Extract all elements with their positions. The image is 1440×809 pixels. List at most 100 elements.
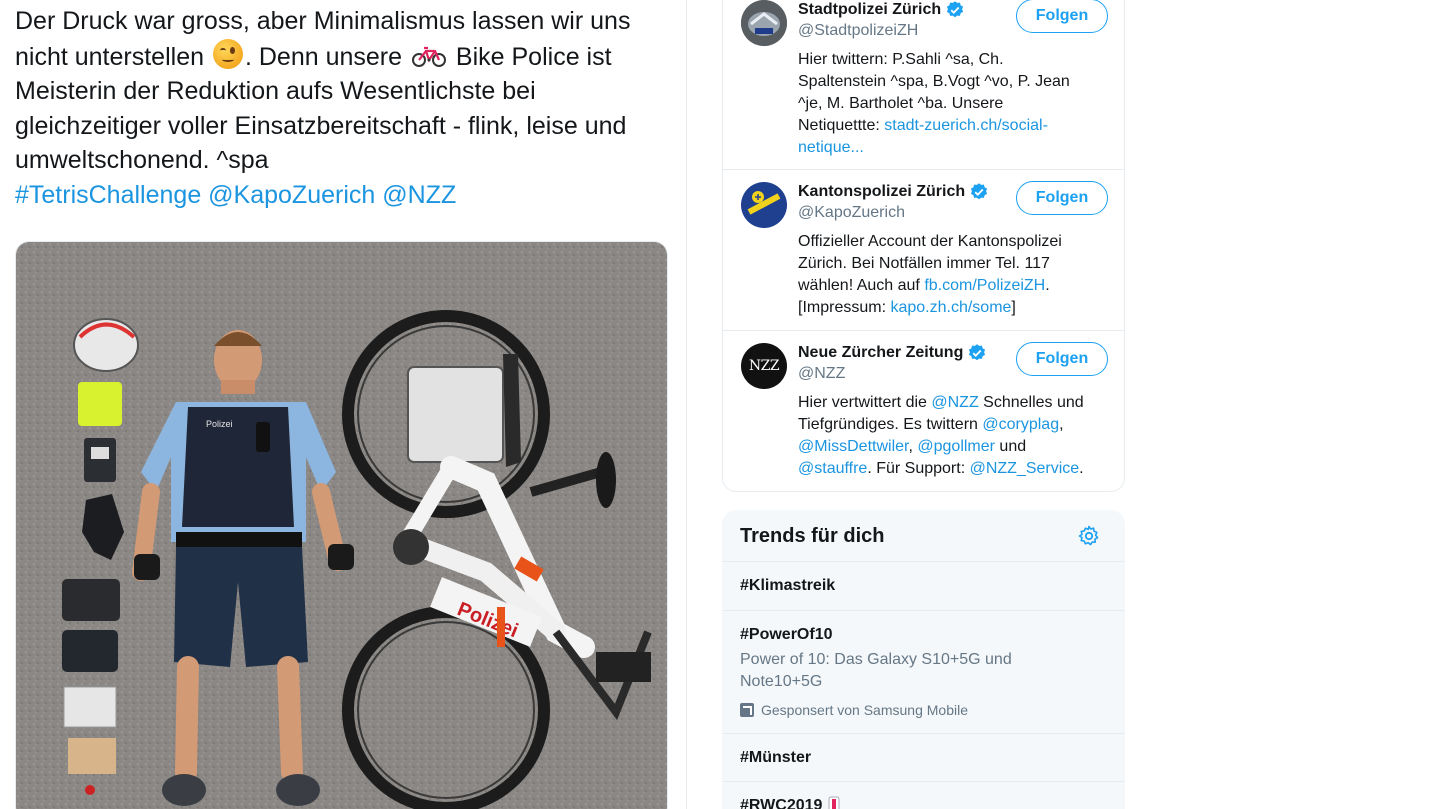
bio-link[interactable]: @NZZ_Service <box>970 460 1080 477</box>
user-name[interactable]: Kantonspolizei Zürich <box>798 182 989 202</box>
bio-line: Zürich. Bei Notfällen immer Tel. 117 <box>798 255 1050 272</box>
trend-name: #RWC2019 <box>740 796 841 809</box>
verified-badge-icon <box>971 183 988 200</box>
hashtag-link[interactable]: #TetrisChallenge <box>15 181 201 209</box>
avatar[interactable]: NZZ <box>741 343 787 389</box>
bio-text: wählen! Auch auf <box>798 277 925 294</box>
bio-text: und <box>994 438 1027 455</box>
follow-suggestion[interactable]: Stadtpolizei Zürich @StadtpolizeiZH Folg… <box>723 0 1124 170</box>
user-handle: @KapoZuerich <box>798 204 905 221</box>
bio-link[interactable]: kapo.zh.ch/some <box>890 299 1011 316</box>
bio-link[interactable]: @NZZ <box>931 394 978 411</box>
tweet-line: gleichzeitiger voller Einsatzbereitschaf… <box>15 111 627 140</box>
rugby-flag-icon <box>828 796 840 809</box>
follow-button[interactable]: Folgen <box>1016 181 1108 215</box>
follow-button[interactable]: Folgen <box>1016 0 1108 33</box>
trend-name-text: #RWC2019 <box>740 797 823 809</box>
bio-text: . Für Support: <box>867 460 970 477</box>
bio-text: ] <box>1011 299 1016 316</box>
bio-line: Netiquettte: stadt-zuerich.ch/social- <box>798 115 1113 137</box>
promoted-icon <box>740 703 754 717</box>
bio-line: Offizieller Account der Kantonspolizei <box>798 233 1062 250</box>
trend-description-line: Power of 10: Das Galaxy S10+5G und <box>740 651 1012 668</box>
bio-link[interactable]: @coryplag <box>982 416 1059 433</box>
trend-item[interactable]: #PowerOf10 Power of 10: Das Galaxy S10+5… <box>722 611 1125 734</box>
user-handle: @NZZ <box>798 365 846 382</box>
tweet-line: Der Druck war gross, aber Minimalismus l… <box>15 7 631 35</box>
tweet-line: umweltschonend. ^spa <box>15 146 269 174</box>
bio-text: [Impressum: <box>798 299 891 316</box>
user-name-text: Stadtpolizei Zürich <box>798 1 942 18</box>
bike-police-photo: Polizei Polizei <box>16 242 667 809</box>
bio-line: @MissDettwiler, @pgollmer und <box>798 436 1113 458</box>
verified-badge-icon <box>969 344 986 361</box>
follow-suggestion[interactable]: NZZ Neue Zürcher Zeitung @NZZ Folgen Hie… <box>723 331 1124 492</box>
trend-item[interactable]: #RWC2019 <box>722 782 1125 809</box>
nzz-avatar-logo: NZZ <box>748 358 780 374</box>
bio-line: [Impressum: kapo.zh.ch/some] <box>798 297 1113 319</box>
follow-button[interactable]: Folgen <box>1016 342 1108 376</box>
bio-line: @stauffre. Für Support: @NZZ_Service. <box>798 458 1113 480</box>
trends-panel: Trends für dich #Klimastreik #PowerOf10 … <box>722 510 1125 809</box>
user-name-text: Kantonspolizei Zürich <box>798 183 966 200</box>
bio-text: Hier vertwittert die <box>798 394 932 411</box>
bio-line: netique... <box>798 137 1113 159</box>
bio-line: Hier twittern: P.Sahli ^sa, Ch. <box>798 51 1004 68</box>
tweet-text-fragment: nicht unterstellen <box>15 42 205 71</box>
trend-name: #Münster <box>740 749 812 766</box>
stadtpolizei-avatar-icon <box>741 0 787 46</box>
user-name[interactable]: Neue Zürcher Zeitung <box>798 343 987 363</box>
bio-text: Netiquettte: <box>798 117 885 134</box>
trend-description: Power of 10: Das Galaxy S10+5G und Note1… <box>740 649 1060 693</box>
winking-face-icon <box>212 38 243 69</box>
tweet-text-fragment: Bike Police ist <box>455 42 612 71</box>
bio-line: Hier vertwittert die @NZZ Schnelles und <box>798 392 1113 414</box>
tweet-line: nicht unterstellen . Denn unsere Bike Po… <box>15 38 675 75</box>
bio-text: Tiefgründiges. Es twittern <box>798 416 983 433</box>
user-name[interactable]: Stadtpolizei Zürich <box>798 0 965 20</box>
trends-header: Trends für dich <box>722 510 1125 562</box>
who-to-follow-card: Stadtpolizei Zürich @StadtpolizeiZH Folg… <box>722 0 1125 492</box>
user-bio: Hier twittern: P.Sahli ^sa, Ch. Spaltens… <box>798 49 1113 159</box>
trend-item[interactable]: #Münster <box>722 734 1125 782</box>
gear-icon[interactable] <box>1077 524 1101 548</box>
bio-link[interactable]: @stauffre <box>798 460 867 477</box>
trends-title: Trends für dich <box>740 525 885 547</box>
bio-link[interactable]: @pgollmer <box>917 438 995 455</box>
mention-link[interactable]: @NZZ <box>382 181 456 209</box>
column-divider <box>686 0 687 809</box>
trend-name: #PowerOf10 <box>740 626 833 643</box>
bio-line: Spaltenstein ^spa, B.Vogt ^vo, P. Jean <box>798 73 1070 90</box>
bio-link[interactable]: @MissDettwiler <box>798 438 908 455</box>
user-bio: Offizieller Account der Kantonspolizei Z… <box>798 231 1113 319</box>
follow-suggestion[interactable]: Kantonspolizei Zürich @KapoZuerich Folge… <box>723 170 1124 331</box>
tweet-text-fragment: . Denn unsere <box>244 42 403 71</box>
bio-link[interactable]: stadt-zuerich.ch/social- <box>884 117 1048 134</box>
trend-item[interactable]: #Klimastreik <box>722 562 1125 611</box>
tweet-photo[interactable]: Polizei Polizei <box>15 241 668 809</box>
tweet-hashtag-line: #TetrisChallenge @KapoZuerich @NZZ <box>15 178 675 213</box>
user-name-text: Neue Zürcher Zeitung <box>798 344 964 361</box>
bio-link[interactable]: fb.com/PolizeiZH <box>924 277 1045 294</box>
avatar[interactable] <box>741 0 787 46</box>
vest-lettering: Polizei <box>206 419 233 429</box>
promoted-label: Gesponsert von Samsung Mobile <box>740 702 968 718</box>
promoted-text: Gesponsert von Samsung Mobile <box>761 702 968 718</box>
tweet-line: Meisterin der Reduktion aufs Wesentlichs… <box>15 77 536 105</box>
trend-name: #Klimastreik <box>740 577 836 594</box>
user-handle: @StadtpolizeiZH <box>798 22 919 39</box>
bio-line: Tiefgründiges. Es twittern @coryplag, <box>798 414 1113 436</box>
bicycle-icon <box>411 46 446 67</box>
bio-line: wählen! Auch auf fb.com/PolizeiZH. <box>798 275 1113 297</box>
mention-link[interactable]: @KapoZuerich <box>208 181 375 209</box>
user-bio: Hier vertwittert die @NZZ Schnelles und … <box>798 392 1113 480</box>
trend-description-line: Note10+5G <box>740 673 823 690</box>
kantonspolizei-avatar-icon <box>741 182 787 228</box>
bio-text: . <box>1045 277 1050 294</box>
tweet: Der Druck war gross, aber Minimalismus l… <box>15 0 675 809</box>
bio-line: ^je, M. Bartholet ^ba. Unsere <box>798 95 1004 112</box>
avatar[interactable] <box>741 182 787 228</box>
bio-text: Schnelles und <box>978 394 1084 411</box>
bio-text: . <box>1079 460 1084 477</box>
bio-link[interactable]: netique... <box>798 139 864 156</box>
